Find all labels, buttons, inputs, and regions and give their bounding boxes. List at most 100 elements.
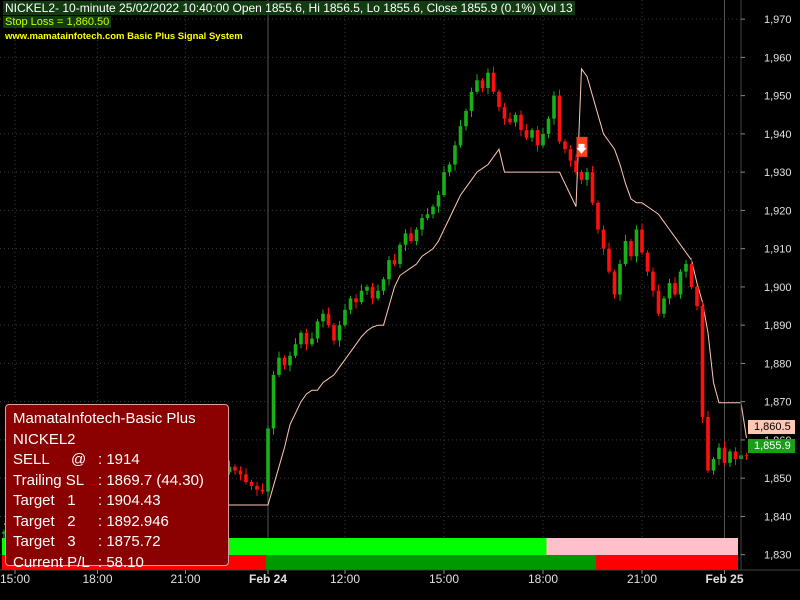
signal-info-box: MamataInfotech-Basic Plus NICKEL2 SELL @… (5, 404, 229, 571)
candle (442, 172, 446, 196)
candle (640, 229, 644, 253)
candle (651, 271, 655, 291)
close-price-tag: 1,855.9 (748, 439, 795, 453)
candle (513, 114, 518, 123)
candle (480, 80, 485, 88)
candle (656, 290, 661, 314)
sell-row: SELL @ : 1914 (13, 450, 228, 471)
candle (684, 263, 688, 272)
trailing-sl-row: Trailing SL : 1869.7 (44.30) (13, 471, 228, 492)
candle (370, 286, 375, 299)
candle (464, 110, 468, 127)
candle (744, 455, 749, 457)
candle (304, 332, 309, 345)
y-tick-label: 1,920 (764, 205, 792, 217)
info-box-title: MamataInfotech-Basic Plus (13, 410, 196, 427)
candle (337, 325, 342, 341)
candle (541, 133, 545, 146)
y-tick-label: 1,910 (764, 244, 792, 256)
candle (552, 95, 556, 119)
candle (403, 233, 408, 245)
candle (700, 306, 705, 417)
stop-loss-label: Stop Loss = 1,860.50 (3, 16, 112, 28)
candle (288, 355, 292, 366)
target-1-value: : 1904.43 (98, 492, 161, 509)
candle (409, 233, 413, 242)
x-tick-label: 15:00 (0, 572, 30, 586)
candle (238, 470, 243, 475)
target-1-label: Target 1 (13, 492, 76, 509)
sell-label: SELL (13, 451, 50, 468)
website-label: www.mamatainfotech.com Basic Plus Signal… (5, 31, 243, 42)
candle (436, 195, 441, 207)
candle (458, 126, 463, 146)
candle (601, 229, 606, 249)
y-tick-label: 1,830 (764, 550, 792, 562)
candle (662, 298, 666, 314)
candle (535, 130, 540, 146)
candle (244, 474, 248, 483)
trend-band (266, 555, 596, 570)
candle (332, 325, 336, 341)
candle (629, 241, 633, 257)
candle (623, 241, 628, 264)
candle (574, 160, 578, 173)
sell-value: : 1914 (98, 451, 140, 468)
target-2-row: Target 2 : 1892.946 (13, 512, 228, 533)
candle (678, 271, 683, 295)
y-tick-label: 1,850 (764, 473, 792, 485)
x-tick-label: Feb 25 (705, 572, 743, 586)
candle (722, 447, 727, 463)
candle (315, 321, 320, 339)
candle (728, 451, 732, 463)
candle (695, 286, 699, 307)
candle (508, 118, 512, 123)
candle (645, 252, 650, 272)
candle (420, 218, 424, 230)
current-pl-row: Current P/L : 58.10 (13, 553, 228, 574)
sell-at: @ (71, 451, 87, 468)
candle (277, 357, 281, 375)
y-tick-label: 1,940 (764, 129, 792, 141)
x-tick-label: 21:00 (170, 572, 200, 586)
candle (612, 271, 617, 295)
trend-band (596, 555, 738, 570)
candle (343, 309, 347, 326)
candle (392, 260, 397, 264)
candle (596, 202, 600, 230)
target-2-label: Target 2 (13, 512, 76, 530)
candle (255, 485, 259, 490)
candle (310, 338, 314, 345)
y-tick-label: 1,870 (764, 397, 792, 409)
candle (557, 95, 562, 142)
candle (293, 344, 298, 356)
candle (711, 459, 716, 471)
candle (266, 428, 270, 492)
candle (563, 141, 567, 150)
candle (260, 489, 265, 492)
candle (299, 332, 303, 345)
candle (530, 130, 534, 138)
candle (469, 91, 474, 111)
trailing-sl-value: : 1869.7 (44.30) (98, 471, 204, 489)
chart-title: NICKEL2- 10-minute 25/02/2022 10:40:00 O… (3, 1, 575, 15)
candle (519, 114, 523, 131)
candle (475, 80, 479, 92)
candle (431, 206, 435, 215)
candle (233, 466, 237, 471)
candle (491, 72, 496, 92)
candle (414, 229, 419, 242)
signal-band (546, 538, 738, 555)
y-tick-label: 1,880 (764, 358, 792, 370)
current-pl-value: : 58.10 (98, 553, 144, 571)
candle (321, 313, 325, 322)
candle (706, 416, 710, 471)
x-tick-label: 15:00 (429, 572, 459, 586)
candle (579, 172, 584, 180)
y-tick-label: 1,890 (764, 320, 792, 332)
candle (502, 107, 507, 119)
candle (546, 118, 551, 134)
candle (249, 482, 254, 486)
current-pl-label: Current P/L (13, 553, 90, 571)
candle (271, 374, 276, 429)
